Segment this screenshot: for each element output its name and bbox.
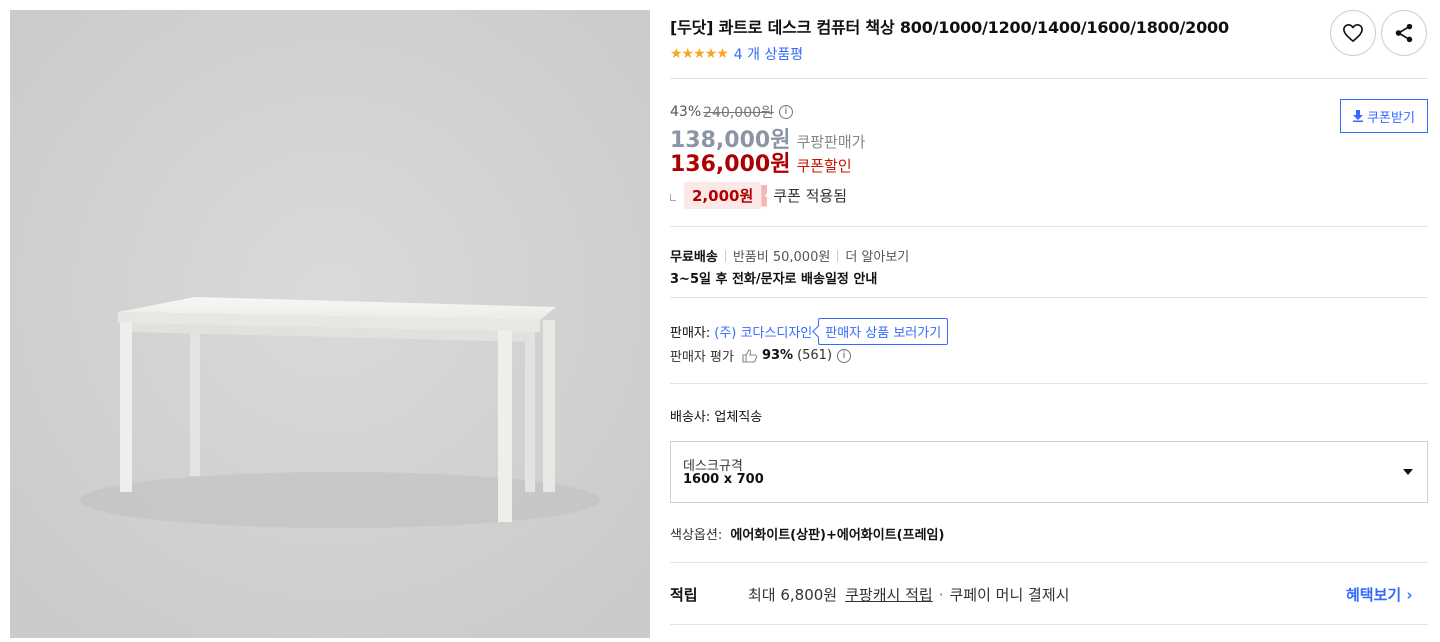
- share-icon: [1395, 23, 1413, 43]
- color-option-row: 색상옵션: 에어화이트(상판)+에어화이트(프레임): [670, 524, 944, 543]
- seller-rating-row: 판매자 평가 93% (561) i: [670, 346, 852, 365]
- divider: [670, 562, 1428, 563]
- seller-products-button[interactable]: 판매자 상품 보러가기: [818, 318, 949, 345]
- option-selected-value: 1600 x 700: [683, 472, 764, 487]
- divider: [670, 297, 1428, 298]
- coupang-cash-link[interactable]: 쿠팡캐시 적립: [845, 584, 933, 605]
- coupon-price-label: 쿠폰할인: [796, 157, 852, 175]
- coupon-badge-tail: [761, 184, 768, 207]
- reward-text-row: 최대 6,800원 쿠팡캐시 적립 · 쿠페이 머니 결제시: [748, 584, 1069, 605]
- color-option-value: 에어화이트(상판)+에어화이트(프레임): [730, 528, 945, 543]
- free-shipping-label: 무료배송: [670, 250, 718, 265]
- return-fee-text: 반품비 50,000원: [732, 250, 831, 265]
- heart-icon: [1343, 24, 1363, 42]
- seller-label: 판매자:: [670, 326, 711, 341]
- coupon-applied-text: 쿠폰 적용됨: [773, 187, 848, 205]
- product-info-panel: [두닷] 콰트로 데스크 컴퓨터 책상 800/1000/1200/1400/1…: [670, 0, 1430, 642]
- reward-max-text: 최대 6,800원: [748, 586, 838, 604]
- separator: [724, 249, 726, 262]
- seller-name-link[interactable]: (주) 코다스디자인: [714, 322, 812, 341]
- divider: [670, 624, 1428, 625]
- seller-rating-count: (561): [797, 348, 833, 363]
- coupon-download-label: 쿠폰받기: [1367, 110, 1415, 126]
- indent-mark: [670, 194, 676, 201]
- wishlist-button[interactable]: [1330, 10, 1376, 56]
- coupon-amount-badge: 2,000원: [684, 182, 762, 209]
- divider: [670, 383, 1428, 384]
- original-price-row: 43% 240,000원 i: [670, 102, 793, 122]
- coupon-download-button[interactable]: 쿠폰받기: [1340, 99, 1428, 133]
- reward-payment-text: 쿠페이 머니 결제시: [949, 586, 1070, 604]
- separator: [837, 249, 839, 262]
- reward-label: 적립: [670, 586, 698, 604]
- seller-row: 판매자: (주) 코다스디자인 판매자 상품 보러가기: [670, 318, 949, 345]
- thumbs-up-icon: [742, 348, 758, 363]
- product-title: [두닷] 콰트로 데스크 컴퓨터 책상 800/1000/1200/1400/1…: [670, 18, 1229, 37]
- dot-separator: ·: [938, 585, 944, 604]
- info-icon[interactable]: i: [778, 105, 793, 119]
- seller-rating-label: 판매자 평가: [670, 350, 734, 365]
- desk-illustration: [10, 10, 650, 638]
- coupon-applied-row: 2,000원 쿠폰 적용됨: [670, 182, 847, 209]
- caret-down-icon: [1403, 469, 1413, 475]
- coupon-price: 136,000원: [670, 152, 791, 177]
- product-image[interactable]: [10, 10, 650, 638]
- star-rating-icon: ★★★★★: [670, 46, 729, 62]
- desk-size-select[interactable]: 데스크규격 1600 x 700: [670, 441, 1428, 503]
- delivery-schedule: 3~5일 후 전화/문자로 배송일정 안내: [670, 272, 878, 287]
- shipping-row: 무료배송 반품비 50,000원 더 알아보기: [670, 246, 909, 265]
- share-button[interactable]: [1381, 10, 1427, 56]
- divider: [670, 226, 1428, 227]
- review-count-link[interactable]: 4 개 상품평: [734, 44, 803, 64]
- coupon-price-row: 136,000원 쿠폰할인: [670, 146, 852, 178]
- color-option-label: 색상옵션:: [670, 528, 723, 543]
- info-icon[interactable]: i: [837, 348, 852, 363]
- divider: [670, 78, 1428, 79]
- seller-rating-percent: 93%: [761, 348, 794, 363]
- shipping-more-link[interactable]: 더 알아보기: [845, 246, 909, 265]
- rating-row: ★★★★★ 4 개 상품평: [670, 44, 803, 64]
- view-benefits-link[interactable]: 혜택보기 ›: [1346, 584, 1413, 605]
- discount-rate: 43%: [670, 104, 702, 120]
- carrier-text: 배송사: 업체직송: [670, 410, 763, 425]
- original-price: 240,000원: [703, 105, 774, 121]
- download-icon: [1353, 110, 1364, 122]
